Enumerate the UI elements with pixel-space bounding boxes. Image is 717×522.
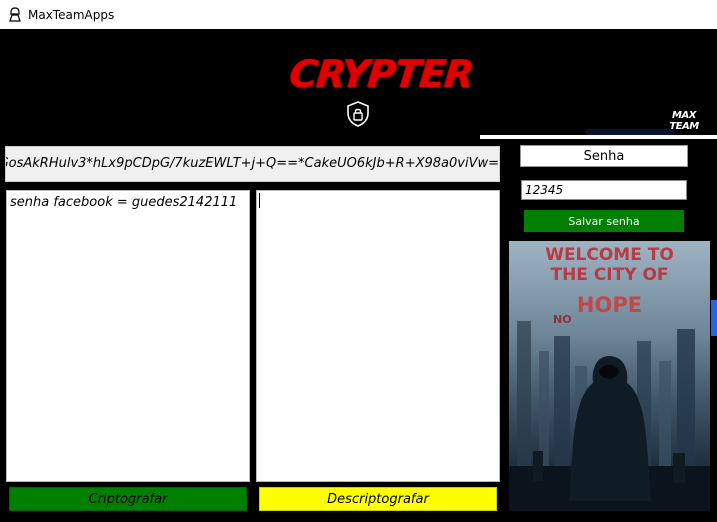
edge-accent: [711, 300, 717, 336]
poster-line-2: THE CITY OF: [550, 265, 669, 285]
title-bar: MaxTeamApps: [0, 0, 717, 29]
crypter-logo: CRYPTER: [287, 52, 476, 96]
poster-line-1: WELCOME TO: [545, 245, 674, 265]
plaintext-input[interactable]: senha facebook = guedes2142111: [6, 190, 250, 482]
encrypt-button[interactable]: Criptografar: [9, 487, 247, 511]
shield-lock-icon: [347, 101, 369, 127]
poster-subtext: NO: [553, 313, 572, 326]
decrypt-button[interactable]: Descriptografar: [259, 487, 497, 511]
text-caret: [259, 193, 260, 208]
poster-line-3: HOPE: [576, 293, 643, 317]
password-label: Senha: [520, 145, 688, 167]
app-icon: [9, 6, 21, 22]
cipher-output-field[interactable]: c1VGosAkRHulv3*hLx9pCDpG/7kuzEWLT+j+Q==*…: [5, 146, 500, 182]
city-of-hope-poster: WELCOME TO THE CITY OF HOPE NO: [509, 241, 710, 511]
window-title: MaxTeamApps: [28, 7, 115, 22]
banner-divider: [480, 135, 717, 139]
save-password-button[interactable]: Salvar senha: [524, 210, 684, 232]
cipher-output-text: c1VGosAkRHulv3*hLx9pCDpG/7kuzEWLT+j+Q==*…: [5, 156, 499, 171]
password-input[interactable]: 12345: [521, 180, 687, 200]
password-value: 12345: [525, 183, 564, 197]
decrypted-output[interactable]: [256, 190, 500, 482]
